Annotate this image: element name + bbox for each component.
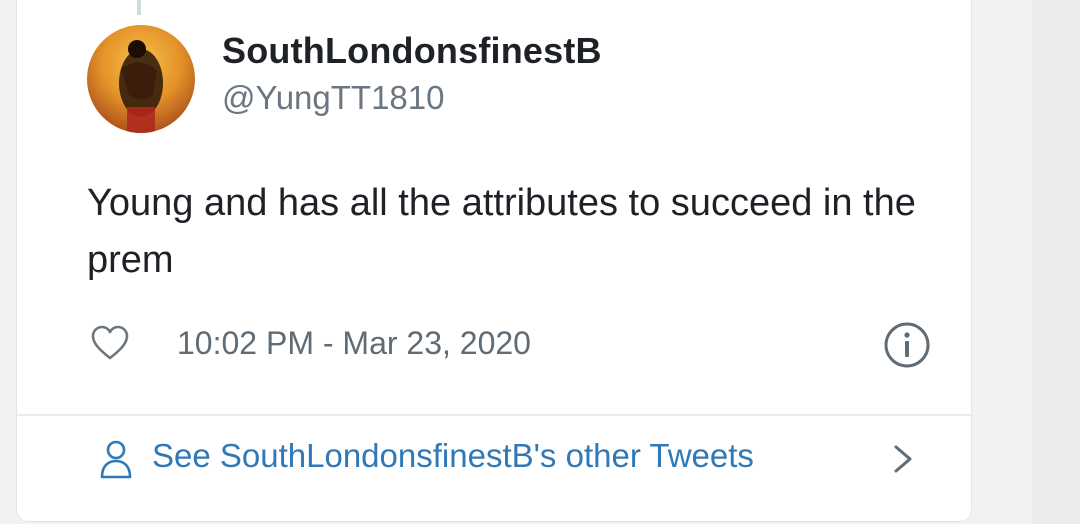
avatar-artwork-icon bbox=[119, 40, 163, 133]
tweet-card[interactable]: SouthLondonsfinestB @YungTT1810 Young an… bbox=[16, 0, 972, 522]
chevron-right-icon[interactable] bbox=[891, 441, 915, 477]
divider bbox=[17, 414, 971, 416]
heart-icon[interactable] bbox=[91, 325, 129, 361]
thread-connector-line bbox=[137, 0, 141, 15]
tweet-text: Young and has all the attributes to succ… bbox=[87, 182, 916, 281]
author-handle[interactable]: @YungTT1810 bbox=[222, 79, 444, 117]
avatar[interactable] bbox=[87, 25, 195, 133]
info-icon[interactable] bbox=[883, 321, 931, 369]
tweet-timestamp[interactable]: 10:02 PM - Mar 23, 2020 bbox=[177, 325, 531, 362]
author-display-name[interactable]: SouthLondonsfinestB bbox=[222, 30, 602, 72]
page-gutter bbox=[1032, 0, 1080, 524]
see-other-tweets-link[interactable]: See SouthLondonsfinestB's other Tweets bbox=[17, 417, 971, 507]
person-icon bbox=[100, 440, 132, 479]
tweet-meta-row: 10:02 PM - Mar 23, 2020 bbox=[87, 319, 937, 369]
see-other-tweets-label[interactable]: See SouthLondonsfinestB's other Tweets bbox=[152, 437, 754, 475]
